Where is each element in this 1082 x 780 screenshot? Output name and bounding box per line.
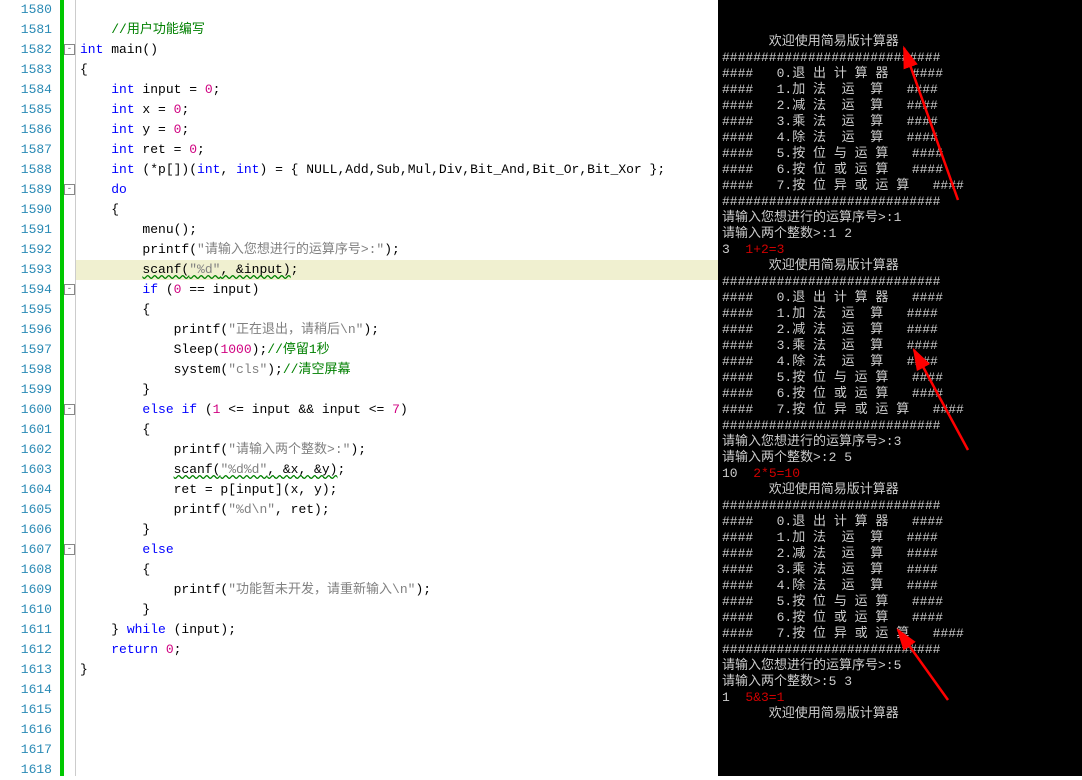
line-number: 1594 <box>0 280 52 300</box>
line-number: 1591 <box>0 220 52 240</box>
line-number: 1607 <box>0 540 52 560</box>
code-line[interactable]: } <box>76 600 718 620</box>
line-number: 1604 <box>0 480 52 500</box>
code-line[interactable]: scanf("%d%d", &x, &y); <box>76 460 718 480</box>
code-line[interactable]: //用户功能编写 <box>76 20 718 40</box>
fold-button[interactable]: - <box>64 184 75 195</box>
code-line[interactable]: if (0 == input) <box>76 280 718 300</box>
code-line[interactable]: ret = p[input](x, y); <box>76 480 718 500</box>
code-line[interactable]: int input = 0; <box>76 80 718 100</box>
line-number: 1584 <box>0 80 52 100</box>
code-line[interactable]: do <box>76 180 718 200</box>
code-line[interactable]: printf("请输入两个整数>:"); <box>76 440 718 460</box>
code-line[interactable]: return 0; <box>76 640 718 660</box>
code-line[interactable] <box>76 740 718 760</box>
line-number: 1615 <box>0 700 52 720</box>
line-number: 1610 <box>0 600 52 620</box>
line-number: 1599 <box>0 380 52 400</box>
line-number: 1590 <box>0 200 52 220</box>
code-line[interactable]: printf("%d\n", ret); <box>76 500 718 520</box>
line-number: 1602 <box>0 440 52 460</box>
code-line[interactable]: } <box>76 660 718 680</box>
code-line[interactable]: int y = 0; <box>76 120 718 140</box>
line-number: 1609 <box>0 580 52 600</box>
fold-margin: - - - - - <box>60 0 76 776</box>
terminal-output[interactable]: 欢迎使用简易版计算器 ############################ … <box>718 0 1082 776</box>
line-number: 1585 <box>0 100 52 120</box>
line-number: 1582 <box>0 40 52 60</box>
line-number: 1600 <box>0 400 52 420</box>
code-line[interactable] <box>76 700 718 720</box>
code-line[interactable]: int ret = 0; <box>76 140 718 160</box>
code-line[interactable]: printf("请输入您想进行的运算序号>:"); <box>76 240 718 260</box>
line-number: 1583 <box>0 60 52 80</box>
code-line[interactable] <box>76 0 718 20</box>
line-number: 1580 <box>0 0 52 20</box>
line-number: 1588 <box>0 160 52 180</box>
code-line[interactable] <box>76 760 718 776</box>
code-line[interactable]: } <box>76 380 718 400</box>
code-line[interactable]: system("cls");//清空屏幕 <box>76 360 718 380</box>
code-line[interactable]: } while (input); <box>76 620 718 640</box>
code-editor[interactable]: 1580158115821583158415851586158715881589… <box>0 0 718 776</box>
code-line[interactable]: scanf("%d", &input); <box>76 260 718 280</box>
code-line[interactable] <box>76 680 718 700</box>
line-number: 1587 <box>0 140 52 160</box>
line-number: 1614 <box>0 680 52 700</box>
code-line[interactable]: int x = 0; <box>76 100 718 120</box>
code-line[interactable]: printf("功能暂未开发，请重新输入\n"); <box>76 580 718 600</box>
line-number: 1608 <box>0 560 52 580</box>
line-number: 1597 <box>0 340 52 360</box>
line-number: 1601 <box>0 420 52 440</box>
code-line[interactable]: menu(); <box>76 220 718 240</box>
code-line[interactable]: { <box>76 60 718 80</box>
code-line[interactable]: { <box>76 420 718 440</box>
line-number: 1606 <box>0 520 52 540</box>
line-number-gutter: 1580158115821583158415851586158715881589… <box>0 0 60 776</box>
line-number: 1595 <box>0 300 52 320</box>
line-number: 1605 <box>0 500 52 520</box>
line-number: 1613 <box>0 660 52 680</box>
line-number: 1603 <box>0 460 52 480</box>
code-line[interactable]: { <box>76 200 718 220</box>
line-number: 1617 <box>0 740 52 760</box>
line-number: 1598 <box>0 360 52 380</box>
code-line[interactable]: { <box>76 300 718 320</box>
line-number: 1592 <box>0 240 52 260</box>
line-number: 1611 <box>0 620 52 640</box>
code-line[interactable]: int main() <box>76 40 718 60</box>
code-line[interactable]: else <box>76 540 718 560</box>
line-number: 1618 <box>0 760 52 780</box>
line-number: 1586 <box>0 120 52 140</box>
code-line[interactable]: int (*p[])(int, int) = { NULL,Add,Sub,Mu… <box>76 160 718 180</box>
change-bar <box>60 0 64 776</box>
fold-button[interactable]: - <box>64 284 75 295</box>
code-line[interactable]: } <box>76 520 718 540</box>
line-number: 1593 <box>0 260 52 280</box>
fold-button[interactable]: - <box>64 44 75 55</box>
code-area[interactable]: //用户功能编写int main(){ int input = 0; int x… <box>76 0 718 776</box>
code-line[interactable]: else if (1 <= input && input <= 7) <box>76 400 718 420</box>
code-line[interactable] <box>76 720 718 740</box>
line-number: 1589 <box>0 180 52 200</box>
code-line[interactable]: printf("正在退出，请稍后\n"); <box>76 320 718 340</box>
line-number: 1612 <box>0 640 52 660</box>
line-number: 1616 <box>0 720 52 740</box>
code-line[interactable]: Sleep(1000);//停留1秒 <box>76 340 718 360</box>
fold-button[interactable]: - <box>64 544 75 555</box>
line-number: 1596 <box>0 320 52 340</box>
code-line[interactable]: { <box>76 560 718 580</box>
fold-button[interactable]: - <box>64 404 75 415</box>
line-number: 1581 <box>0 20 52 40</box>
